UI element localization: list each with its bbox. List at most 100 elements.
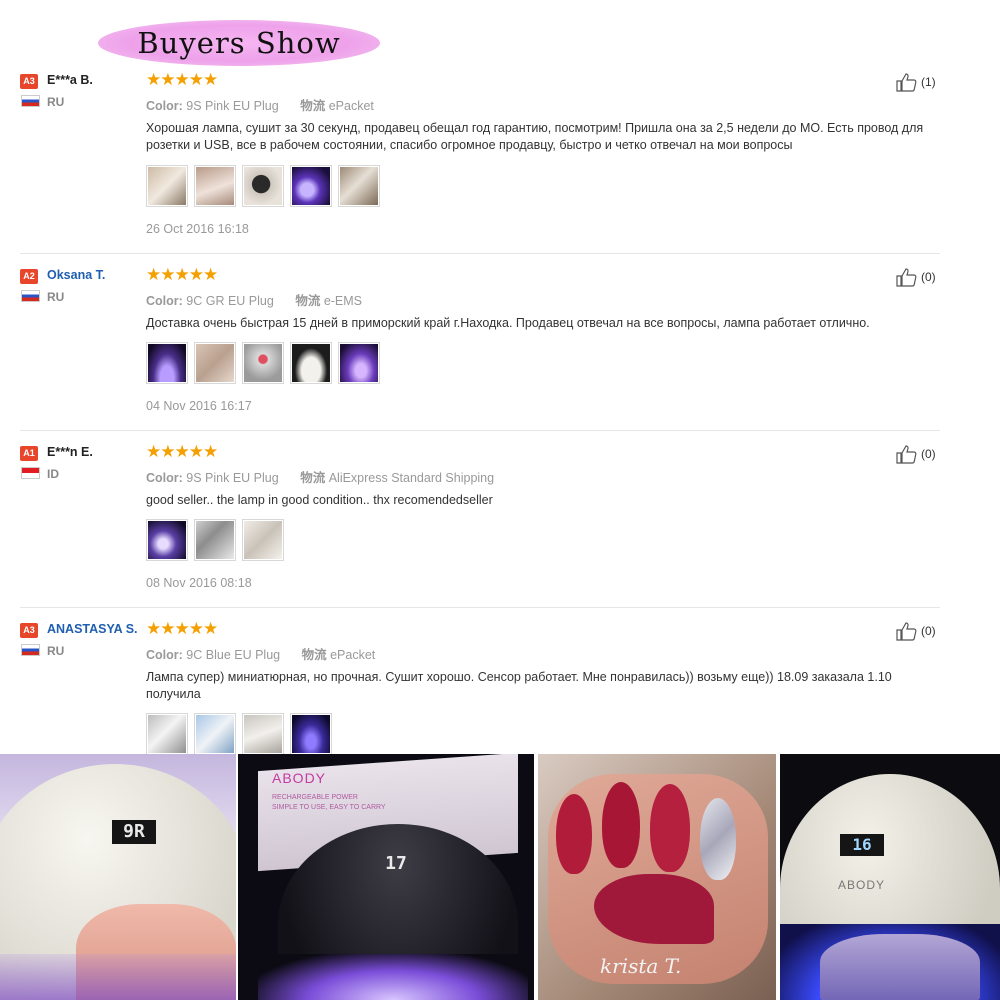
review-divider: [20, 253, 940, 254]
review-text: good seller.. the lamp in good condition…: [146, 493, 493, 507]
thumbs-up-icon: [896, 445, 917, 464]
review-photo-thumbnail[interactable]: [242, 165, 284, 207]
nails-photo: krista T.: [538, 754, 776, 1000]
member-level-badge: A3: [20, 623, 38, 638]
member-level-badge: A2: [20, 269, 38, 284]
review-text: Лампа супер) миниатюрная, но прочная. Су…: [146, 670, 892, 701]
star-rating: ★★★★★: [146, 70, 218, 90]
lamp-photo-1: 9R: [0, 754, 236, 1000]
reviewer-name[interactable]: E***n E.: [47, 445, 93, 459]
reviewer-name[interactable]: ANASTASYA S.: [47, 622, 138, 636]
shipping-label: 物流: [301, 648, 327, 662]
shipping-label: 物流: [300, 99, 326, 113]
helpful-count: (0): [921, 624, 936, 638]
banner-title: Buyers Show: [137, 26, 341, 60]
color-value: 9C GR EU Plug: [186, 294, 274, 308]
review-photo-thumbnail[interactable]: [194, 713, 236, 755]
flag-id-icon: [21, 467, 40, 479]
review-text: Хорошая лампа, сушит за 30 секунд, прода…: [146, 121, 924, 152]
review-photo-thumbnail[interactable]: [146, 519, 188, 561]
box-tagline-2: SIMPLE TO USE, EASY TO CARRY: [272, 804, 386, 811]
photo-signature: krista T.: [600, 954, 682, 978]
lamp-display: 16: [840, 834, 884, 856]
review-photo-thumbnail[interactable]: [146, 165, 188, 207]
color-label: Color:: [146, 648, 183, 662]
flag-ru-icon: [21, 290, 40, 302]
review-photo-thumbnail[interactable]: [194, 165, 236, 207]
nail: [700, 798, 736, 880]
review-item: A1 E***n E. ID ★★★★★ Color: 9S Pink EU P…: [20, 442, 940, 608]
hand: [820, 934, 980, 1000]
reviewer-name[interactable]: E***a B.: [47, 73, 93, 87]
review-photos: [146, 713, 332, 755]
lamp-photo-2: ABODY RECHARGEABLE POWER SIMPLE TO USE, …: [238, 754, 534, 1000]
reviewer-country: ID: [47, 467, 59, 481]
flag-ru-icon: [21, 95, 40, 107]
review-date: 04 Nov 2016 16:17: [146, 399, 252, 413]
color-label: Color:: [146, 294, 183, 308]
review-photo-thumbnail[interactable]: [290, 342, 332, 384]
review-photo-thumbnail[interactable]: [338, 165, 380, 207]
buyers-show-banner: Buyers Show: [98, 20, 380, 66]
lamp-brand: ABODY: [838, 878, 886, 892]
helpful-button[interactable]: (0): [896, 621, 936, 641]
review-photo-thumbnail[interactable]: [194, 342, 236, 384]
review-photos: [146, 519, 284, 561]
review-photo-thumbnail[interactable]: [194, 519, 236, 561]
helpful-button[interactable]: (0): [896, 444, 936, 464]
review-photo-thumbnail[interactable]: [290, 713, 332, 755]
review-photo-thumbnail[interactable]: [242, 519, 284, 561]
thumbs-up-icon: [896, 622, 917, 641]
lamp-purple-glow: [258, 954, 528, 1000]
helpful-count: (0): [921, 447, 936, 461]
thumbs-up-icon: [896, 268, 917, 287]
nail: [602, 782, 640, 868]
review-item: A2 Oksana T. RU ★★★★★ Color: 9C GR EU Pl…: [20, 265, 940, 431]
shipping-value: ePacket: [330, 648, 376, 662]
color-label: Color:: [146, 471, 183, 485]
review-photo-thumbnail[interactable]: [242, 713, 284, 755]
reviewer-country: RU: [47, 290, 65, 304]
review-item: A3 ANASTASYA S. RU ★★★★★ Color: 9C Blue …: [20, 619, 940, 755]
member-level-badge: A3: [20, 74, 38, 89]
review-photo-thumbnail[interactable]: [290, 165, 332, 207]
lamp-display: 17: [385, 853, 407, 874]
helpful-button[interactable]: (0): [896, 267, 936, 287]
review-photos: [146, 342, 380, 384]
lamp-photo-4: 16 ABODY: [780, 754, 1000, 1000]
box-tagline-1: RECHARGEABLE POWER: [272, 794, 358, 801]
review-divider: [20, 430, 940, 431]
shipping-value: AliExpress Standard Shipping: [328, 471, 495, 485]
review-divider: [20, 607, 940, 608]
helpful-count: (0): [921, 270, 936, 284]
star-rating: ★★★★★: [146, 442, 218, 462]
review-photo-thumbnail[interactable]: [242, 342, 284, 384]
review-photo-thumbnail[interactable]: [146, 713, 188, 755]
color-label: Color:: [146, 99, 183, 113]
product-photo-strip: 9R ABODY RECHARGEABLE POWER SIMPLE TO US…: [0, 754, 1000, 1000]
box-brand: ABODY: [272, 770, 327, 786]
order-info: Color: 9C Blue EU Plug 物流 ePacket: [146, 644, 393, 663]
thumbs-up-icon: [896, 73, 917, 92]
helpful-button[interactable]: (1): [896, 72, 936, 92]
shipping-value: e-EMS: [323, 294, 363, 308]
review-photo-thumbnail[interactable]: [338, 342, 380, 384]
color-value: 9S Pink EU Plug: [186, 471, 279, 485]
nail: [556, 794, 592, 874]
review-photo-thumbnail[interactable]: [146, 342, 188, 384]
member-level-badge: A1: [20, 446, 38, 461]
review-date: 08 Nov 2016 08:18: [146, 576, 252, 590]
order-info: Color: 9S Pink EU Plug 物流 ePacket: [146, 95, 392, 114]
lamp-purple-glow: [0, 954, 236, 1000]
star-rating: ★★★★★: [146, 265, 218, 285]
reviewer-country: RU: [47, 95, 65, 109]
review-text: Доставка очень быстрая 15 дней в приморс…: [146, 316, 870, 330]
color-value: 9C Blue EU Plug: [186, 648, 281, 662]
reviewer-name[interactable]: Oksana T.: [47, 268, 105, 282]
review-photos: [146, 165, 380, 207]
star-rating: ★★★★★: [146, 619, 218, 639]
helpful-count: (1): [921, 75, 936, 89]
flag-ru-icon: [21, 644, 40, 656]
order-info: Color: 9S Pink EU Plug 物流 AliExpress Sta…: [146, 467, 512, 486]
order-info: Color: 9C GR EU Plug 物流 e-EMS: [146, 290, 380, 309]
